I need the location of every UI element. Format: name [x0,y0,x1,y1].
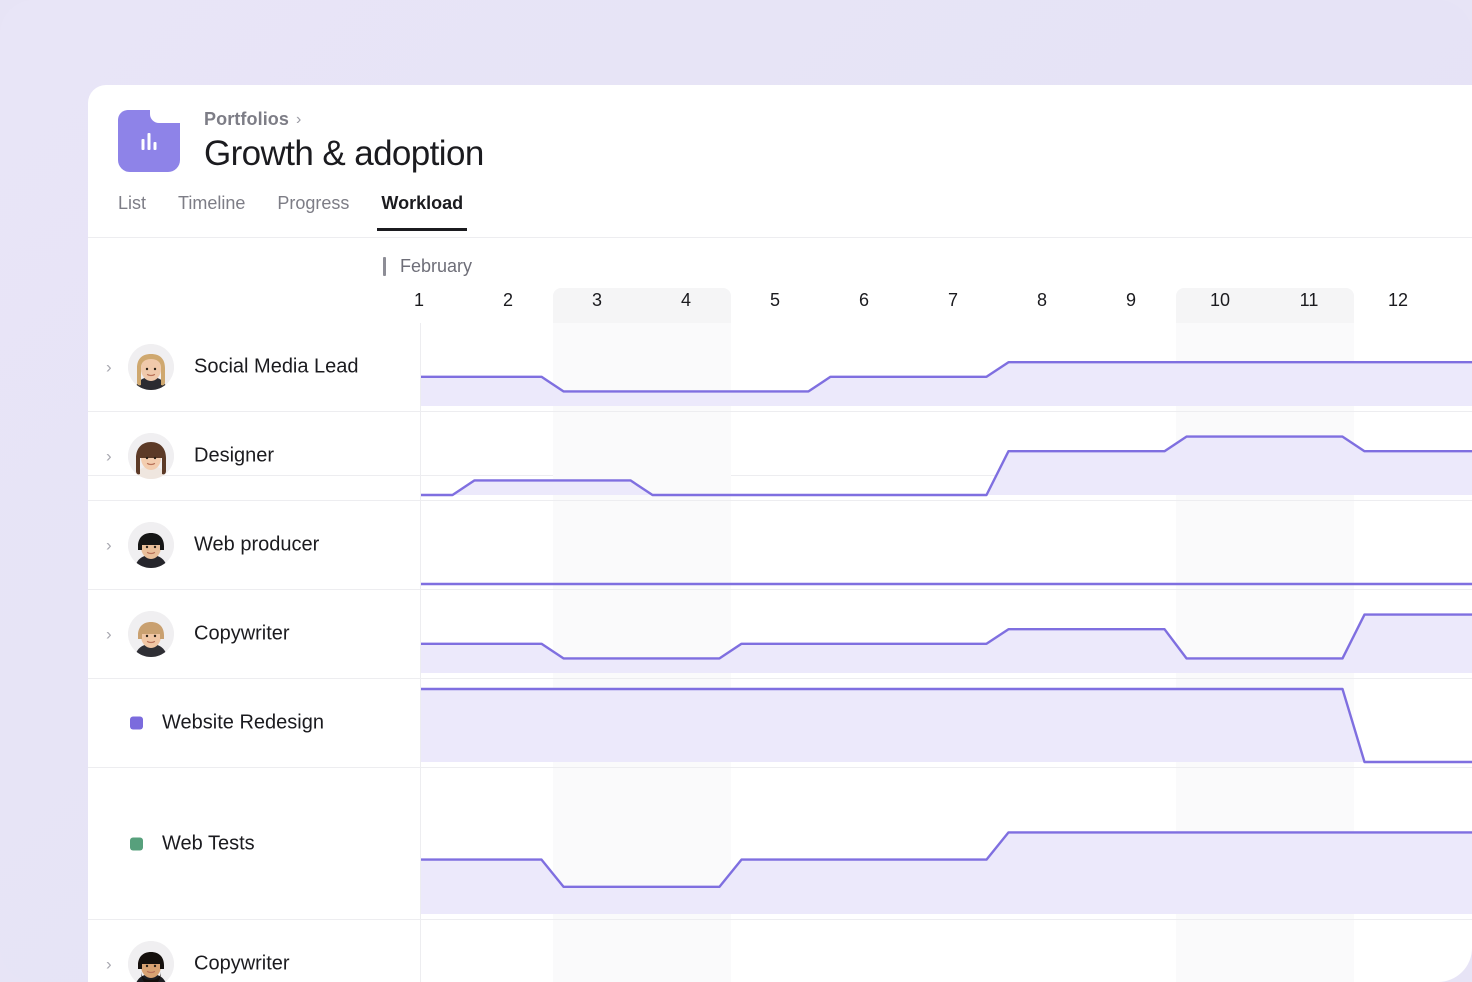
day-header-10[interactable]: 10 [1176,290,1265,311]
project-name: Website Redesign [162,712,324,735]
project-name: Web Tests [162,832,255,855]
day-header-6[interactable]: 6 [820,290,909,311]
row-chart [421,590,1472,678]
project-color-swatch [130,717,143,730]
row-chart [421,679,1472,767]
row-label-cell: Web Tests [88,768,420,919]
avatar [128,344,174,390]
row-chart [421,920,1472,982]
avatar [128,522,174,568]
day-header-11[interactable]: 11 [1265,290,1354,311]
breadcrumb[interactable]: Portfolios › [204,109,301,130]
tab-timeline-label: Timeline [178,193,245,213]
chevron-right-icon[interactable]: › [106,359,112,376]
day-header-5[interactable]: 5 [731,290,820,311]
day-header-2[interactable]: 2 [464,290,553,311]
row-label-cell: › Copywriter [88,920,420,982]
assignee-name: Copywriter [194,623,290,646]
month-label: February [400,256,472,277]
day-header-3[interactable]: 3 [553,290,642,311]
workload-row[interactable]: Web Tests [88,768,1472,920]
weekend-column-shade-1 [1176,920,1354,982]
app-header: Portfolios › Growth & adoption List Time… [88,85,1472,238]
assignee-name: Social Media Lead [194,356,359,379]
day-header-1[interactable]: 1 [375,290,464,311]
timeline-header: February 123456789101112 [88,238,1472,323]
folder-chart-icon [118,110,180,172]
day-header-8[interactable]: 8 [998,290,1087,311]
day-header-9[interactable]: 9 [1087,290,1176,311]
view-tabs: List Timeline Progress Workload [118,193,479,231]
page-root: Portfolios › Growth & adoption List Time… [0,0,1472,982]
breadcrumb-portfolios[interactable]: Portfolios [204,109,289,130]
chevron-right-icon[interactable]: › [106,537,112,554]
tab-list-label: List [118,193,146,213]
project-color-swatch [130,837,143,850]
tab-progress-label: Progress [277,193,349,213]
row-label-cell: › Web producer [88,501,420,589]
assignee-name: Web producer [194,534,319,557]
avatar [128,611,174,657]
row-label-cell: Website Redesign [88,679,420,767]
workload-row[interactable]: › Designer [88,412,1472,501]
assignee-name: Designer [194,445,274,468]
tab-workload-label: Workload [381,193,463,213]
chevron-right-icon[interactable]: › [106,626,112,643]
month-marker: February [383,256,472,277]
bar-chart-glyph [142,132,157,150]
row-label-cell: › Social Media Lead [88,323,420,411]
assignee-name: Copywriter [194,953,290,976]
row-chart [421,501,1472,589]
row-chart [421,412,1472,500]
page-title: Growth & adoption [204,134,484,174]
tab-list[interactable]: List [118,193,162,231]
workload-row[interactable]: › Copywriter [88,920,1472,982]
workload-rows: › Social Media Lead › Designer › Web producer… [88,323,1472,982]
folder-notch [150,110,180,123]
avatar [128,433,174,479]
tab-progress[interactable]: Progress [261,193,365,231]
workload-row[interactable]: › Web producer [88,501,1472,590]
day-header-7[interactable]: 7 [909,290,998,311]
avatar [128,941,174,982]
row-label-cell: › Copywriter [88,590,420,678]
row-chart [421,768,1472,919]
day-header-4[interactable]: 4 [642,290,731,311]
weekend-column-shade-0 [553,920,731,982]
chevron-right-icon[interactable]: › [106,956,112,973]
tab-timeline[interactable]: Timeline [162,193,261,231]
workload-row[interactable]: › Social Media Lead [88,323,1472,412]
chevron-right-icon: › [296,112,301,128]
row-label-cell: › Designer [88,412,420,500]
day-header-12[interactable]: 12 [1354,290,1443,311]
tab-workload[interactable]: Workload [365,193,479,231]
chevron-right-icon[interactable]: › [106,448,112,465]
workload-row[interactable]: Website Redesign [88,679,1472,768]
app-card: Portfolios › Growth & adoption List Time… [88,85,1472,982]
row-chart [421,323,1472,411]
workload-row[interactable]: › Copywriter [88,590,1472,679]
month-tick-icon [383,257,386,276]
